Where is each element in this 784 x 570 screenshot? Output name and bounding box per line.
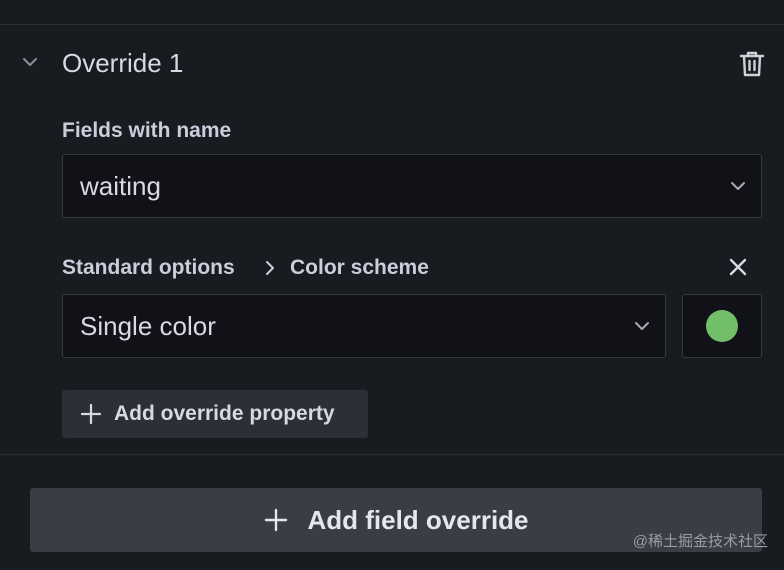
close-icon[interactable]: [724, 253, 752, 281]
bottom-divider: [0, 454, 784, 455]
field-name-value: waiting: [80, 170, 161, 201]
chevron-down-icon: [619, 295, 665, 357]
plus-icon: [80, 403, 102, 425]
plus-icon: [263, 507, 289, 533]
chevron-down-icon: [715, 155, 761, 217]
color-scheme-select[interactable]: Single color: [62, 294, 666, 358]
collapse-chevron-down-icon[interactable]: [20, 52, 40, 72]
color-picker-button[interactable]: [682, 294, 762, 358]
add-field-override-label: Add field override: [307, 504, 529, 535]
field-name-select[interactable]: waiting: [62, 154, 762, 218]
add-override-property-button[interactable]: Add override property: [62, 390, 368, 438]
color-swatch: [706, 310, 738, 342]
chevron-right-icon: [262, 258, 278, 278]
add-override-property-label: Add override property: [114, 402, 335, 425]
property-category-label: Standard options: [62, 256, 235, 279]
override-title: Override 1: [62, 48, 184, 78]
fields-with-name-label: Fields with name: [62, 119, 232, 142]
trash-icon[interactable]: [736, 48, 768, 80]
watermark: @稀土掘金技术社区: [632, 533, 768, 550]
property-name-label: Color scheme: [290, 256, 429, 279]
color-scheme-value: Single color: [80, 310, 216, 341]
